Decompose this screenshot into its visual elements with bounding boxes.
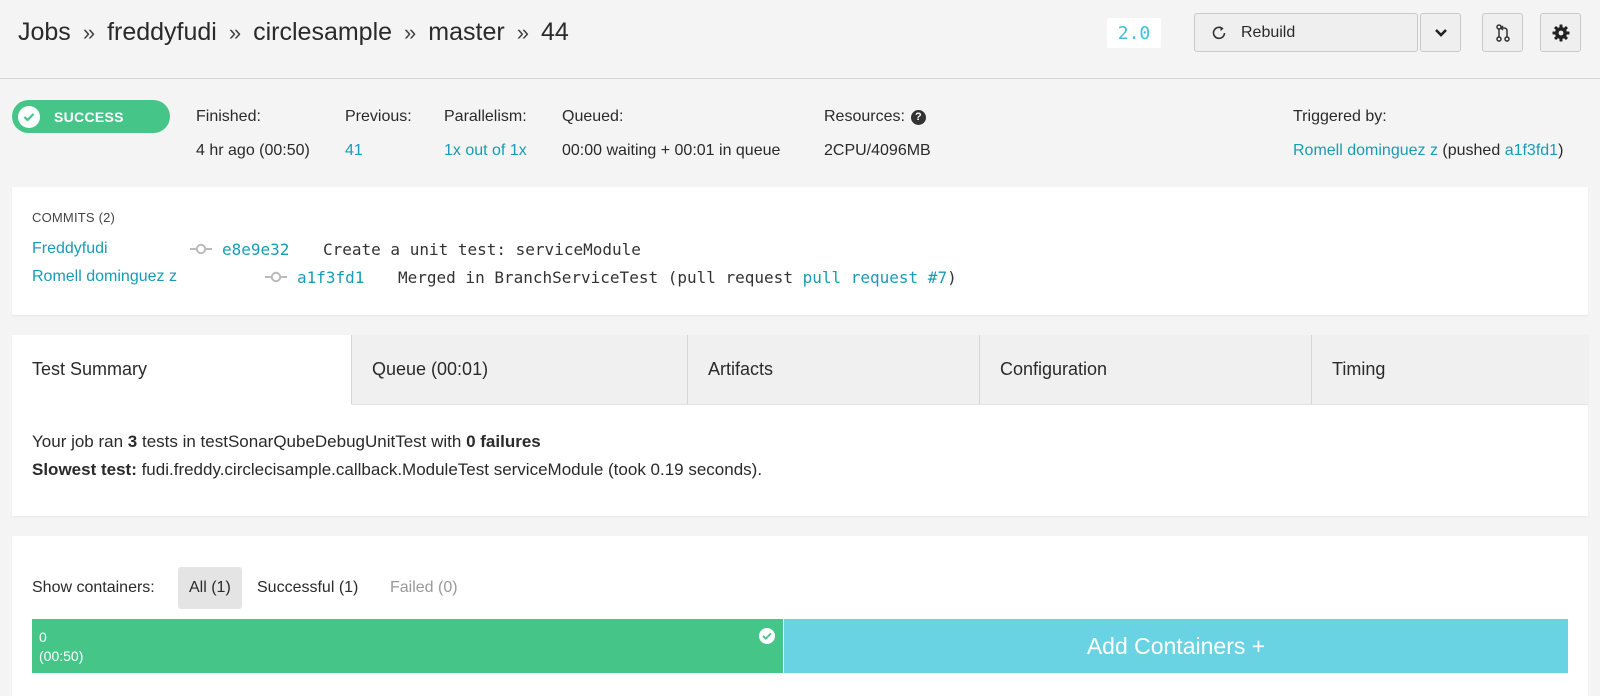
- finished-info: Finished: 4 hr ago (00:50): [196, 107, 310, 162]
- finished-label: Finished:: [196, 108, 261, 125]
- status-badge-label: SUCCESS: [54, 108, 124, 125]
- tab-bar: Test Summary Queue (00:01) Artifacts Con…: [12, 335, 1588, 405]
- commit-message-text: Merged in BranchServiceTest (pull reques…: [398, 267, 803, 287]
- filter-successful-button[interactable]: Successful (1): [246, 567, 369, 609]
- container-index: 0: [39, 629, 47, 645]
- test-summary-line: Your job ran 3 tests in testSonarQubeDeb…: [32, 428, 762, 456]
- summary-text: tests in testSonarQubeDebugUnitTest with: [137, 432, 467, 451]
- commit-sha-link[interactable]: e8e9e32: [222, 240, 289, 259]
- finished-value: 4 hr ago (00:50): [196, 142, 310, 159]
- check-circle-icon: [759, 628, 775, 644]
- commit-row: Freddyfudi e8e9e32 Create a unit test: s…: [32, 239, 1532, 259]
- git-pull-request-icon: [1495, 23, 1510, 42]
- triggered-label: Triggered by:: [1293, 108, 1387, 125]
- queued-info: Queued: 00:00 waiting + 00:01 in queue: [562, 107, 780, 162]
- build-details-card: Test Summary Queue (00:01) Artifacts Con…: [12, 335, 1588, 516]
- pull-request-button[interactable]: [1482, 13, 1523, 52]
- queued-value: 00:00 waiting + 00:01 in queue: [562, 142, 781, 159]
- filter-failed-button[interactable]: Failed (0): [379, 567, 469, 609]
- refresh-icon: [1212, 25, 1226, 39]
- commits-card: COMMITS (2) Freddyfudi e8e9e32 Create a …: [12, 187, 1588, 315]
- summary-text: Your job ran: [32, 432, 128, 451]
- breadcrumb-separator: »: [82, 19, 96, 45]
- rebuild-button-label: Rebuild: [1241, 23, 1296, 41]
- tab-configuration[interactable]: Configuration: [980, 335, 1312, 405]
- filter-all-button[interactable]: All (1): [178, 567, 242, 609]
- commits-title: COMMITS (2): [32, 210, 116, 225]
- breadcrumb-org[interactable]: freddyfudi: [107, 18, 217, 47]
- test-summary-content: Your job ran 3 tests in testSonarQubeDeb…: [32, 428, 762, 484]
- status-badge: SUCCESS: [12, 100, 170, 133]
- container-duration: (00:50): [39, 648, 84, 664]
- container-0[interactable]: 0 (00:50): [32, 619, 783, 673]
- show-containers-label: Show containers:: [32, 579, 155, 596]
- commit-message: Create a unit test: serviceModule: [323, 240, 641, 259]
- commit-sha-link[interactable]: a1f3fd1: [297, 268, 364, 287]
- rebuild-dropdown-button[interactable]: [1420, 13, 1461, 52]
- triggered-sha-link[interactable]: a1f3fd1: [1505, 142, 1558, 159]
- resources-label: Resources:: [824, 108, 905, 125]
- breadcrumb: Jobs » freddyfudi » circlesample » maste…: [18, 18, 569, 47]
- rebuild-button[interactable]: Rebuild: [1194, 13, 1418, 52]
- containers-card: Show containers: All (1) Successful (1) …: [12, 536, 1588, 696]
- breadcrumb-separator: »: [516, 19, 529, 45]
- tab-timing[interactable]: Timing: [1312, 335, 1588, 405]
- commit-author-link[interactable]: Freddyfudi: [32, 240, 108, 258]
- add-containers-button[interactable]: Add Containers +: [784, 619, 1568, 673]
- resources-info: Resources:? 2CPU/4096MB: [824, 107, 931, 162]
- slowest-test-label: Slowest test:: [32, 460, 137, 479]
- previous-info: Previous: 41: [345, 107, 412, 162]
- commit-message-text: Create a unit test: serviceModule: [323, 239, 641, 259]
- resources-value: 2CPU/4096MB: [824, 142, 931, 159]
- slowest-test-value: fudi.freddy.circlecisample.callback.Modu…: [136, 460, 763, 479]
- triggered-close-text: ): [1558, 142, 1564, 159]
- parallelism-info: Parallelism: 1x out of 1x: [444, 107, 527, 162]
- previous-label: Previous:: [345, 108, 412, 125]
- commit-row: Romell dominguez z a1f3fd1 Merged in Bra…: [32, 267, 1532, 287]
- failure-count: 0 failures: [466, 432, 541, 451]
- parallelism-link[interactable]: 1x out of 1x: [444, 142, 527, 159]
- previous-build-link[interactable]: 41: [345, 142, 363, 159]
- tab-test-summary[interactable]: Test Summary: [12, 335, 352, 405]
- gear-icon: [1552, 24, 1569, 41]
- triggered-user-link[interactable]: Romell dominguez z: [1293, 142, 1438, 159]
- page-header: Jobs » freddyfudi » circlesample » maste…: [0, 0, 1600, 79]
- triggered-info: Triggered by: Romell dominguez z (pushed…: [1293, 107, 1563, 162]
- breadcrumb-separator: »: [404, 19, 417, 45]
- commit-message: Merged in BranchServiceTest (pull reques…: [398, 268, 957, 287]
- queued-label: Queued:: [562, 108, 624, 125]
- question-circle-icon[interactable]: ?: [910, 109, 926, 125]
- commit-message-suffix: ): [947, 267, 957, 287]
- triggered-pushed-text: (pushed: [1442, 142, 1501, 159]
- slowest-test-line: Slowest test: fudi.freddy.circlecisample…: [32, 456, 762, 484]
- breadcrumb-project[interactable]: circlesample: [253, 18, 392, 47]
- breadcrumb-separator: »: [228, 19, 242, 45]
- commit-author-link[interactable]: Romell dominguez z: [32, 268, 177, 286]
- pull-request-link[interactable]: pull request #7: [803, 268, 948, 287]
- git-commit-icon: [265, 271, 287, 283]
- git-commit-icon: [190, 243, 212, 255]
- test-count: 3: [127, 432, 138, 451]
- breadcrumb-jobs[interactable]: Jobs: [18, 18, 71, 47]
- settings-button[interactable]: [1540, 13, 1581, 52]
- chevron-down-icon: [1434, 28, 1447, 37]
- check-circle-icon: [18, 105, 40, 128]
- version-badge: 2.0: [1107, 18, 1161, 48]
- breadcrumb-branch[interactable]: master: [428, 18, 504, 47]
- parallelism-label: Parallelism:: [444, 108, 527, 125]
- breadcrumb-build-number: 44: [540, 18, 569, 46]
- tab-artifacts[interactable]: Artifacts: [688, 335, 980, 405]
- tab-queue[interactable]: Queue (00:01): [352, 335, 688, 405]
